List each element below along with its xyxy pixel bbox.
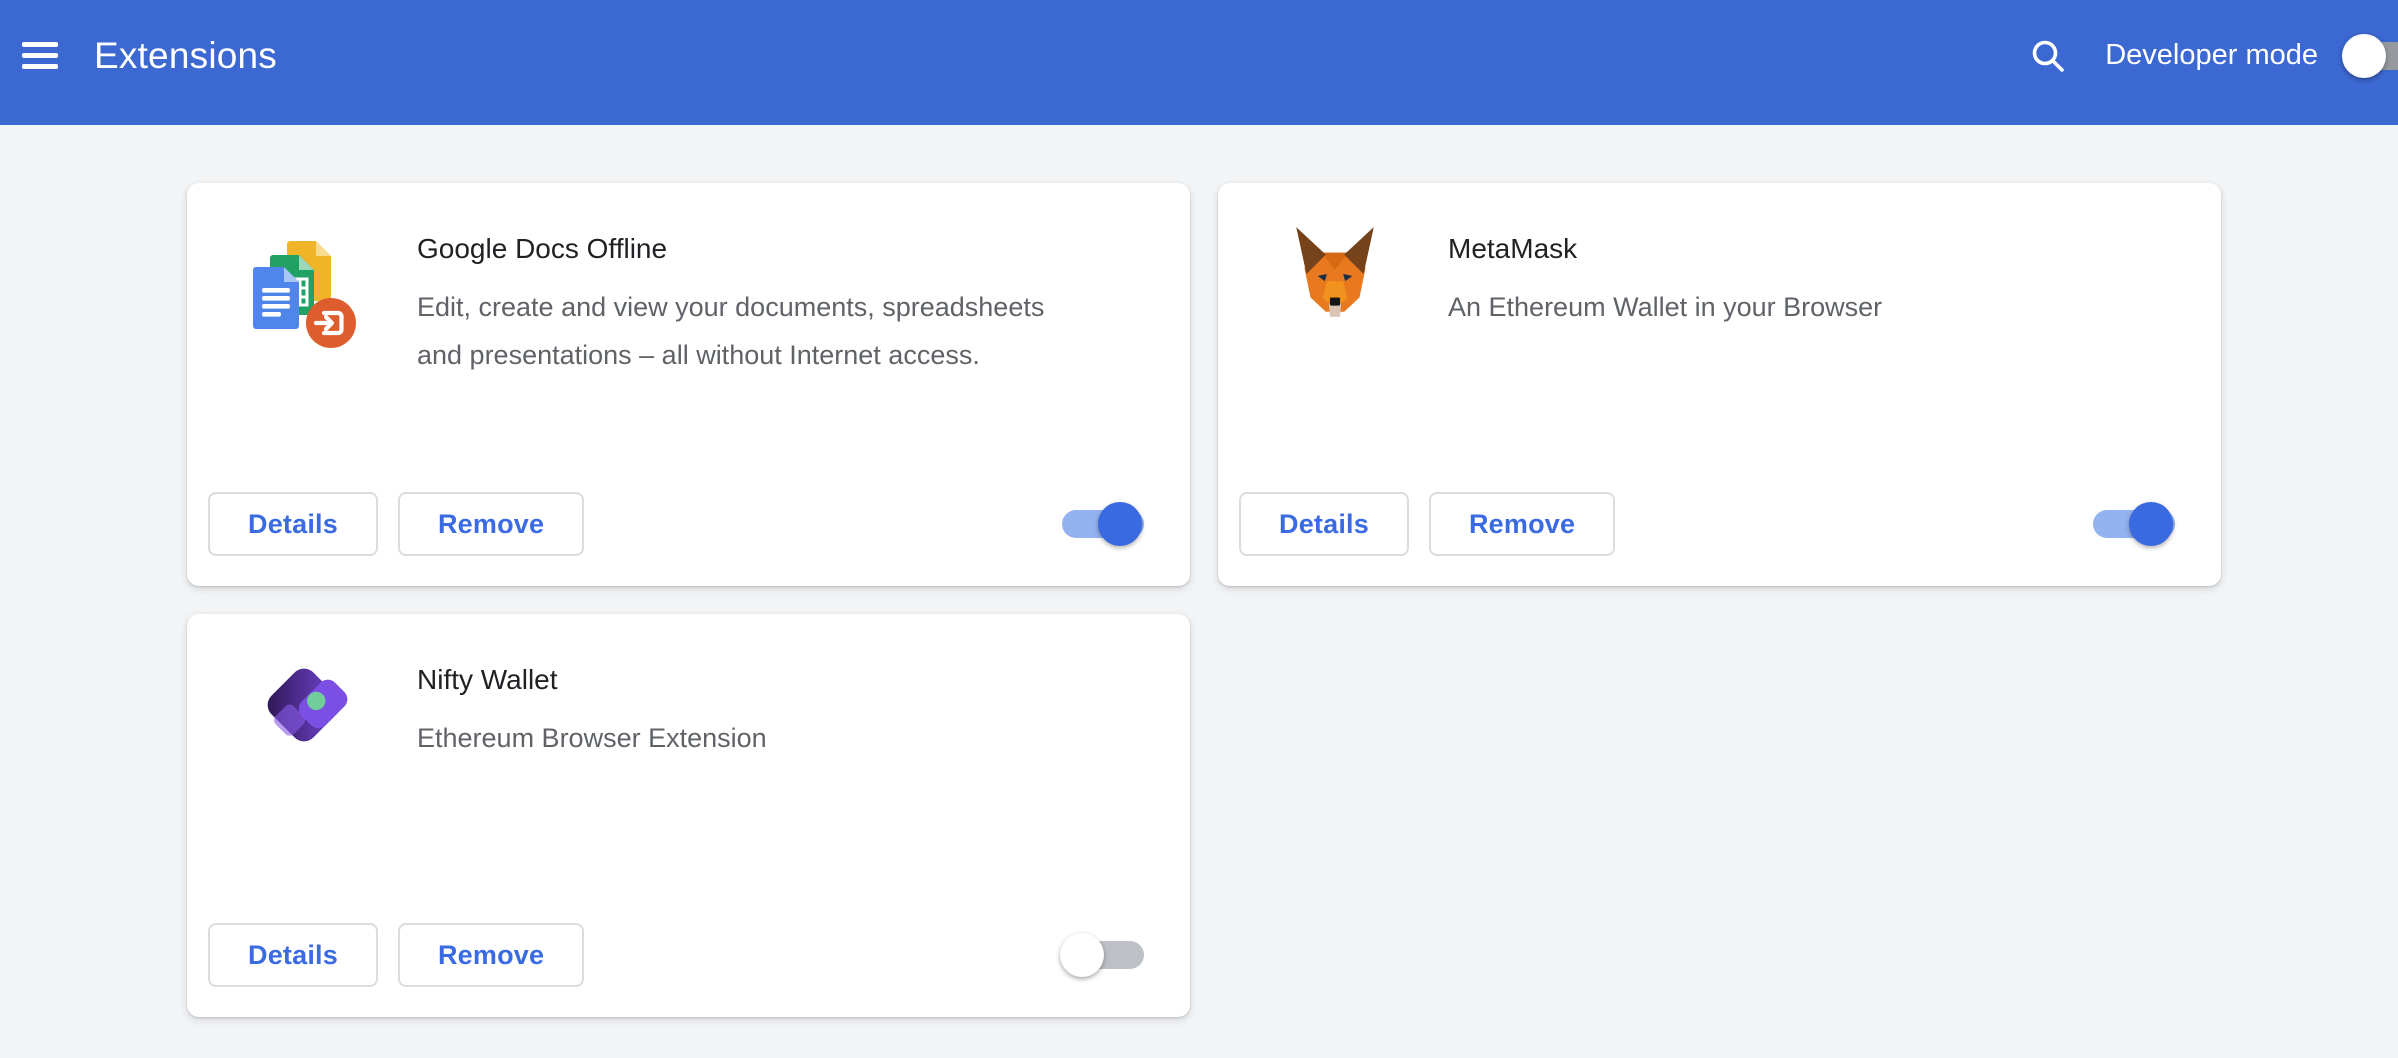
card-actions: Details Remove [208,923,1144,987]
toggle-thumb [2129,502,2173,546]
remove-button[interactable]: Remove [398,492,584,556]
developer-mode-toggle[interactable] [2344,34,2398,78]
google-docs-offline-icon [253,223,357,333]
enable-toggle[interactable] [1062,502,1144,546]
enable-toggle[interactable] [2093,502,2175,546]
extension-title: Nifty Wallet [417,662,767,698]
search-button[interactable] [2029,37,2067,75]
details-button[interactable]: Details [208,923,378,987]
extension-description: Ethereum Browser Extension [417,714,767,762]
toggle-thumb [1098,502,1142,546]
main-menu-button[interactable] [22,42,58,69]
extension-card-metamask: MetaMask An Ethereum Wallet in your Brow… [1218,183,2221,586]
enable-toggle[interactable] [1062,933,1144,977]
card-actions: Details Remove [208,492,1144,556]
remove-button[interactable]: Remove [1429,492,1615,556]
metamask-fox-icon [1284,223,1388,333]
extension-description: An Ethereum Wallet in your Browser [1448,283,1882,331]
details-button[interactable]: Details [208,492,378,556]
toggle-thumb [1060,933,1104,977]
nifty-wallet-icon [253,654,357,764]
extension-description: Edit, create and view your documents, sp… [417,283,1057,379]
details-button[interactable]: Details [1239,492,1409,556]
search-icon [2029,37,2067,75]
extension-card-nifty-wallet: Nifty Wallet Ethereum Browser Extension … [187,614,1190,1017]
toggle-thumb [2342,34,2386,78]
extensions-toolbar: Extensions Developer mode [0,0,2398,125]
extension-title: Google Docs Offline [417,231,1057,267]
page-title: Extensions [94,35,277,77]
extension-title: MetaMask [1448,231,1882,267]
extensions-grid: Google Docs Offline Edit, create and vie… [187,183,2398,1017]
extension-card-google-docs-offline: Google Docs Offline Edit, create and vie… [187,183,1190,586]
header-right-group: Developer mode [2029,34,2398,78]
developer-mode-label: Developer mode [2105,39,2318,72]
remove-button[interactable]: Remove [398,923,584,987]
card-actions: Details Remove [1239,492,2175,556]
hamburger-menu-icon [22,42,58,47]
